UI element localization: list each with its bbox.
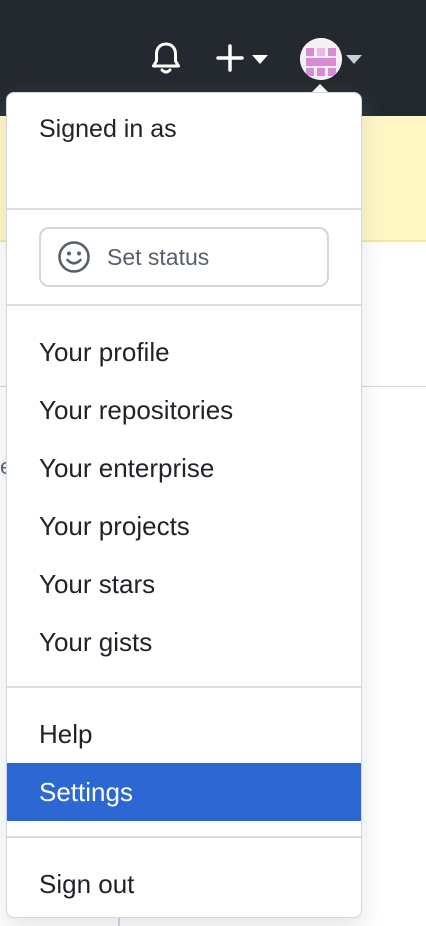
menu-item-help[interactable]: Help (7, 705, 361, 763)
menu-item-your-projects[interactable]: Your projects (7, 497, 361, 555)
smiley-icon (57, 240, 91, 274)
menu-item-your-profile[interactable]: Your profile (7, 323, 361, 381)
menu-divider (7, 304, 361, 306)
signed-in-label: Signed in as (39, 115, 177, 143)
menu-item-settings[interactable]: Settings (7, 763, 361, 821)
menu-divider (7, 208, 361, 210)
avatar[interactable] (300, 38, 342, 80)
bell-icon[interactable] (146, 38, 186, 78)
menu-divider (7, 836, 361, 838)
caret-down-icon[interactable] (250, 50, 270, 70)
plus-icon[interactable] (212, 40, 248, 76)
menu-item-your-gists[interactable]: Your gists (7, 613, 361, 671)
menu-item-your-stars[interactable]: Your stars (7, 555, 361, 613)
menu-item-your-enterprise[interactable]: Your enterprise (7, 439, 361, 497)
menu-item-your-repositories[interactable]: Your repositories (7, 381, 361, 439)
menu-item-sign-out[interactable]: Sign out (7, 855, 361, 913)
set-status-label: Set status (107, 243, 210, 270)
set-status-button[interactable]: Set status (39, 227, 329, 287)
menu-divider (7, 686, 361, 688)
user-dropdown-menu: Signed in as Set status Your profile You… (6, 92, 362, 918)
caret-down-icon[interactable] (344, 50, 364, 70)
